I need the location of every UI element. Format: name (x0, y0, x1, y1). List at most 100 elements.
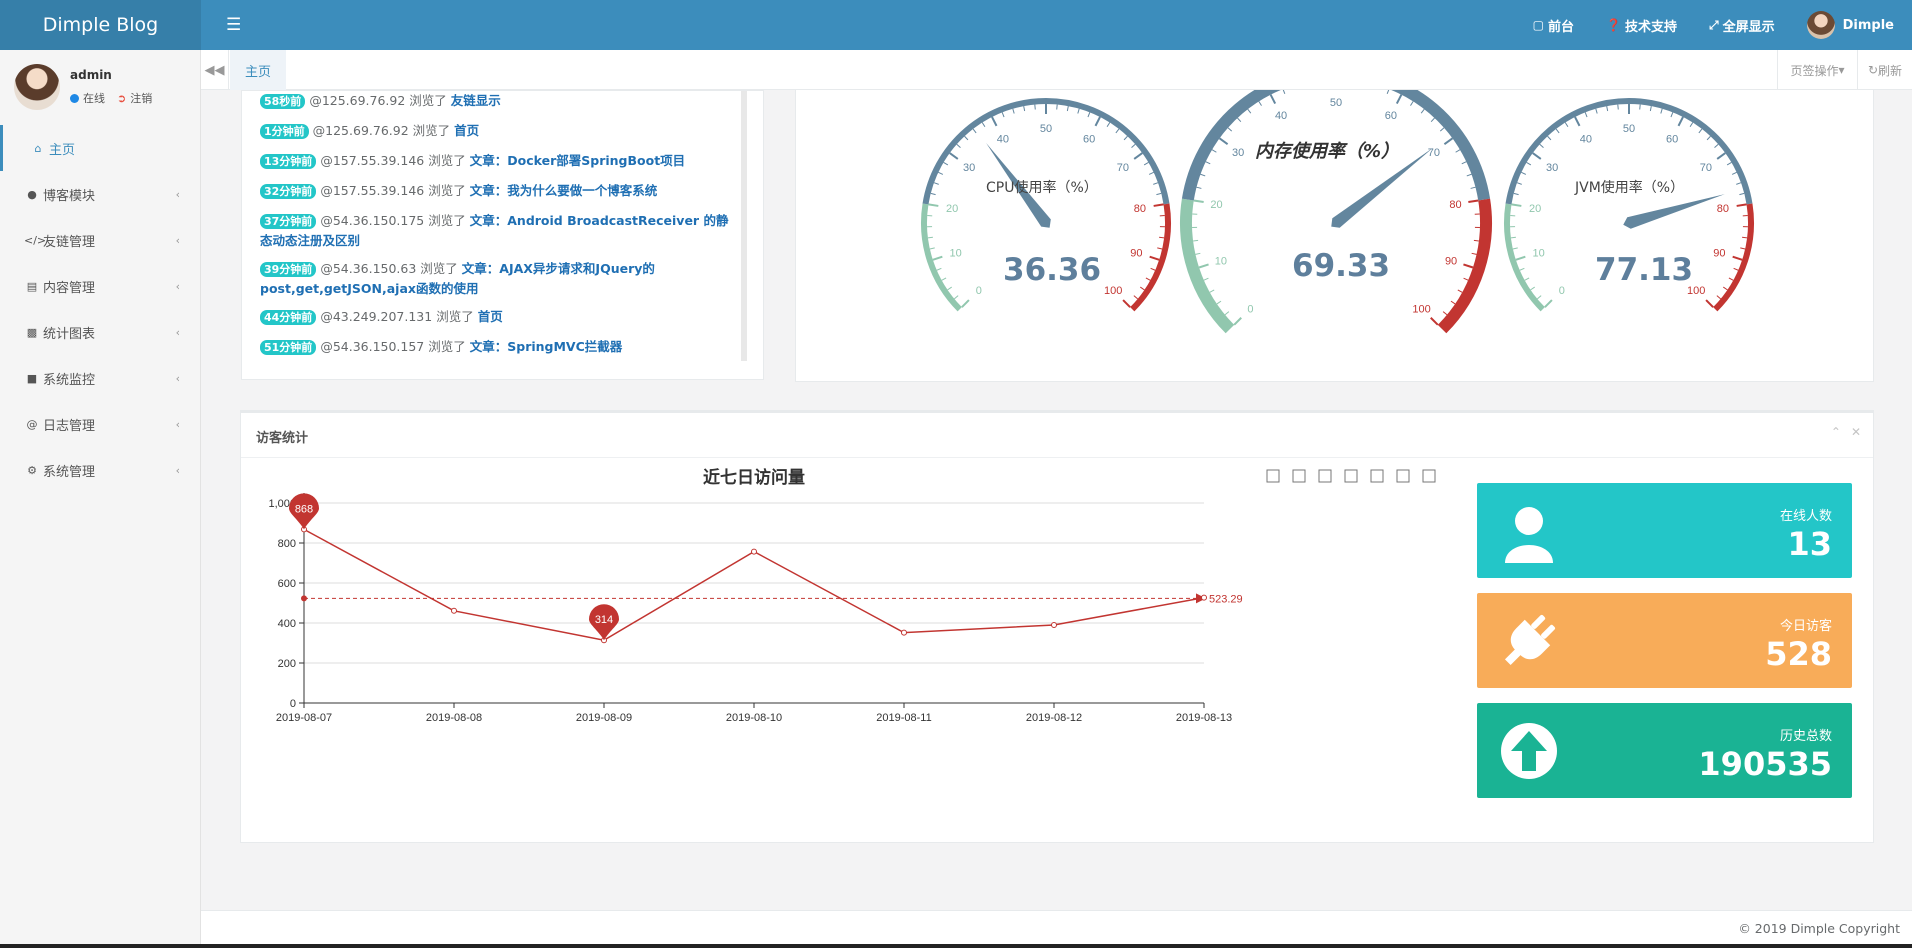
sidebar-item-label: 日志管理 (43, 418, 96, 434)
jvm-gauge-tick (1539, 143, 1544, 148)
undo-zoom-icon[interactable] (1292, 469, 1306, 483)
tab-operations-label: 页签操作 (1790, 63, 1839, 78)
log-entry: 13分钟前 @157.55.39.146 浏览了 文章：Docker部署Sprin… (260, 151, 738, 171)
jvm-gauge-tick (1716, 152, 1726, 160)
log-action: 浏览了 (409, 93, 447, 108)
tabs-scroll-left-icon[interactable]: ◀◀ (201, 50, 229, 90)
chart-title: 近七日访问量 (703, 467, 805, 487)
close-icon[interactable]: ✕ (1851, 425, 1861, 439)
memory-gauge-tick (1237, 117, 1242, 123)
log-ip: @54.36.150.175 (320, 213, 425, 228)
sidebar-item-label: 系统监控 (43, 372, 96, 388)
menu-toggle-icon[interactable]: ☰ (226, 15, 241, 35)
fullscreen-link[interactable]: ⤢ 全屏显示 (1709, 16, 1775, 35)
line-type-icon[interactable] (1344, 469, 1358, 483)
home-icon: ⌂ (34, 141, 42, 155)
avatar[interactable] (14, 64, 60, 110)
jvm-gauge-tick-label: 0 (1559, 285, 1565, 297)
sidebar-item-monitor[interactable]: ■ 系统监控 ‹ (0, 355, 200, 401)
sidebar-item-system[interactable]: ⚙ 系统管理 ‹ (0, 447, 200, 493)
memory-gauge-tick (1430, 317, 1439, 326)
refresh-button[interactable]: ↻ 刷新 (1857, 50, 1912, 90)
x-tick-label: 2019-08-08 (426, 712, 482, 724)
jvm-gauge-tick (1736, 182, 1742, 185)
time-badge: 37分钟前 (260, 214, 317, 229)
bar-chart-icon: ▩ (26, 325, 38, 339)
memory-gauge-tick-label: 80 (1449, 199, 1461, 211)
chevron-left-icon: ‹ (175, 233, 180, 247)
logout-icon[interactable]: ➲ (117, 92, 126, 105)
crop-icon[interactable] (1266, 469, 1280, 483)
sidebar-item-blog[interactable]: ● 博客模块 ‹ (0, 171, 200, 217)
sidebar-item-label: 内容管理 (43, 280, 96, 296)
time-badge: 39分钟前 (260, 262, 317, 277)
log-target-link[interactable]: 文章：SpringMVC拦截器 (470, 339, 623, 354)
tab-operations-dropdown[interactable]: 页签操作 ▾ (1777, 50, 1857, 90)
cpu-gauge-tick (964, 135, 969, 141)
card-value: 190535 (1698, 745, 1832, 783)
chevron-left-icon: ‹ (175, 417, 180, 431)
cpu-gauge-tick (1001, 112, 1005, 118)
bar-type-icon[interactable] (1370, 469, 1384, 483)
brand-logo[interactable]: Dimple Blog (0, 0, 201, 50)
memory-gauge-tick (1269, 94, 1277, 105)
jvm-gauge-tick (1714, 143, 1719, 148)
sidebar-item-home[interactable]: ⌂ 主页 (0, 125, 200, 171)
sidebar-item-label: 博客模块 (43, 188, 96, 204)
logout-link[interactable]: 注销 (130, 90, 152, 106)
cpu-gauge-tick (938, 171, 944, 175)
memory-gauge-tick (1193, 239, 1199, 242)
restore-icon[interactable] (1396, 469, 1410, 483)
time-badge: 58秒前 (260, 94, 306, 109)
log-target-link[interactable]: 文章：Docker部署SpringBoot项目 (470, 153, 685, 168)
username: Dimple (1842, 17, 1894, 33)
sidebar-item-charts[interactable]: ▩ 统计图表 ‹ (0, 309, 200, 355)
sidebar-item-content[interactable]: ▤ 内容管理 ‹ (0, 263, 200, 309)
user-menu[interactable]: Dimple (1806, 11, 1894, 39)
log-target-link[interactable]: 首页 (454, 123, 479, 138)
log-action: 浏览了 (428, 153, 466, 168)
jvm-gauge-pointer (1623, 194, 1725, 229)
log-action: 浏览了 (428, 339, 466, 354)
jvm-gauge-tick-label: 60 (1666, 133, 1678, 145)
memory-gauge-tick-label: 70 (1428, 147, 1440, 159)
download-icon[interactable] (1422, 469, 1436, 483)
total-visitors-card: 历史总数 190535 (1477, 703, 1852, 798)
card-value: 13 (1787, 525, 1832, 563)
collapse-icon[interactable]: ⌃ (1831, 425, 1841, 439)
visitor-stats-panel: 访客统计 ⌃ ✕ 近七日访问量 0 200 400 600 800 1,000 2019-08… (240, 410, 1874, 843)
log-target-link[interactable]: 首页 (478, 309, 503, 324)
jvm-gauge-tick (1705, 299, 1714, 308)
jvm-gauge-tick-label: 50 (1623, 123, 1635, 135)
cpu-gauge-tick (1156, 192, 1162, 196)
jvm-gauge-tick (1547, 135, 1552, 141)
jvm-gauge-tick (1524, 277, 1530, 281)
sidebar-item-links[interactable]: </> 友链管理 ‹ (0, 217, 200, 263)
jvm-gauge-tick-label: 30 (1546, 162, 1558, 174)
memory-gauge-tick (1468, 199, 1479, 204)
log-ip: @125.69.76.92 (312, 123, 409, 138)
x-tick-label: 2019-08-10 (726, 712, 782, 724)
data-point (1051, 622, 1057, 628)
x-tick-label: 2019-08-07 (276, 712, 332, 724)
tab-home[interactable]: 主页 (230, 50, 286, 90)
support-link[interactable]: ❓ 技术支持 (1606, 16, 1677, 35)
card-value: 528 (1765, 635, 1832, 673)
data-view-icon[interactable] (1318, 469, 1332, 483)
time-badge: 44分钟前 (260, 310, 317, 325)
average-label: 523.29 (1209, 593, 1243, 605)
sidebar-item-logs[interactable]: @ 日志管理 ‹ (0, 401, 200, 447)
log-ip: @54.36.150.63 (320, 261, 417, 276)
log-target-link[interactable]: 文章：我为什么要做一个博客系统 (470, 183, 658, 198)
refresh-icon: ↻ (1867, 63, 1879, 77)
jvm-gauge-tick (1736, 203, 1747, 207)
frontend-link[interactable]: ▢ 前台 (1533, 16, 1574, 35)
jvm-gauge-tick (1649, 106, 1652, 112)
log-scrollbar[interactable] (741, 91, 747, 361)
cpu-gauge-tick (1159, 236, 1165, 239)
log-target-link[interactable]: 友链显示 (451, 93, 501, 108)
jvm-gauge-tick (1526, 161, 1532, 166)
visits-line-chart: 近七日访问量02004006008001,0002019-08-07 2019-0… (268, 467, 1436, 724)
arrow-up-circle-icon (1501, 723, 1557, 779)
cpu-gauge-tick (1150, 267, 1156, 271)
